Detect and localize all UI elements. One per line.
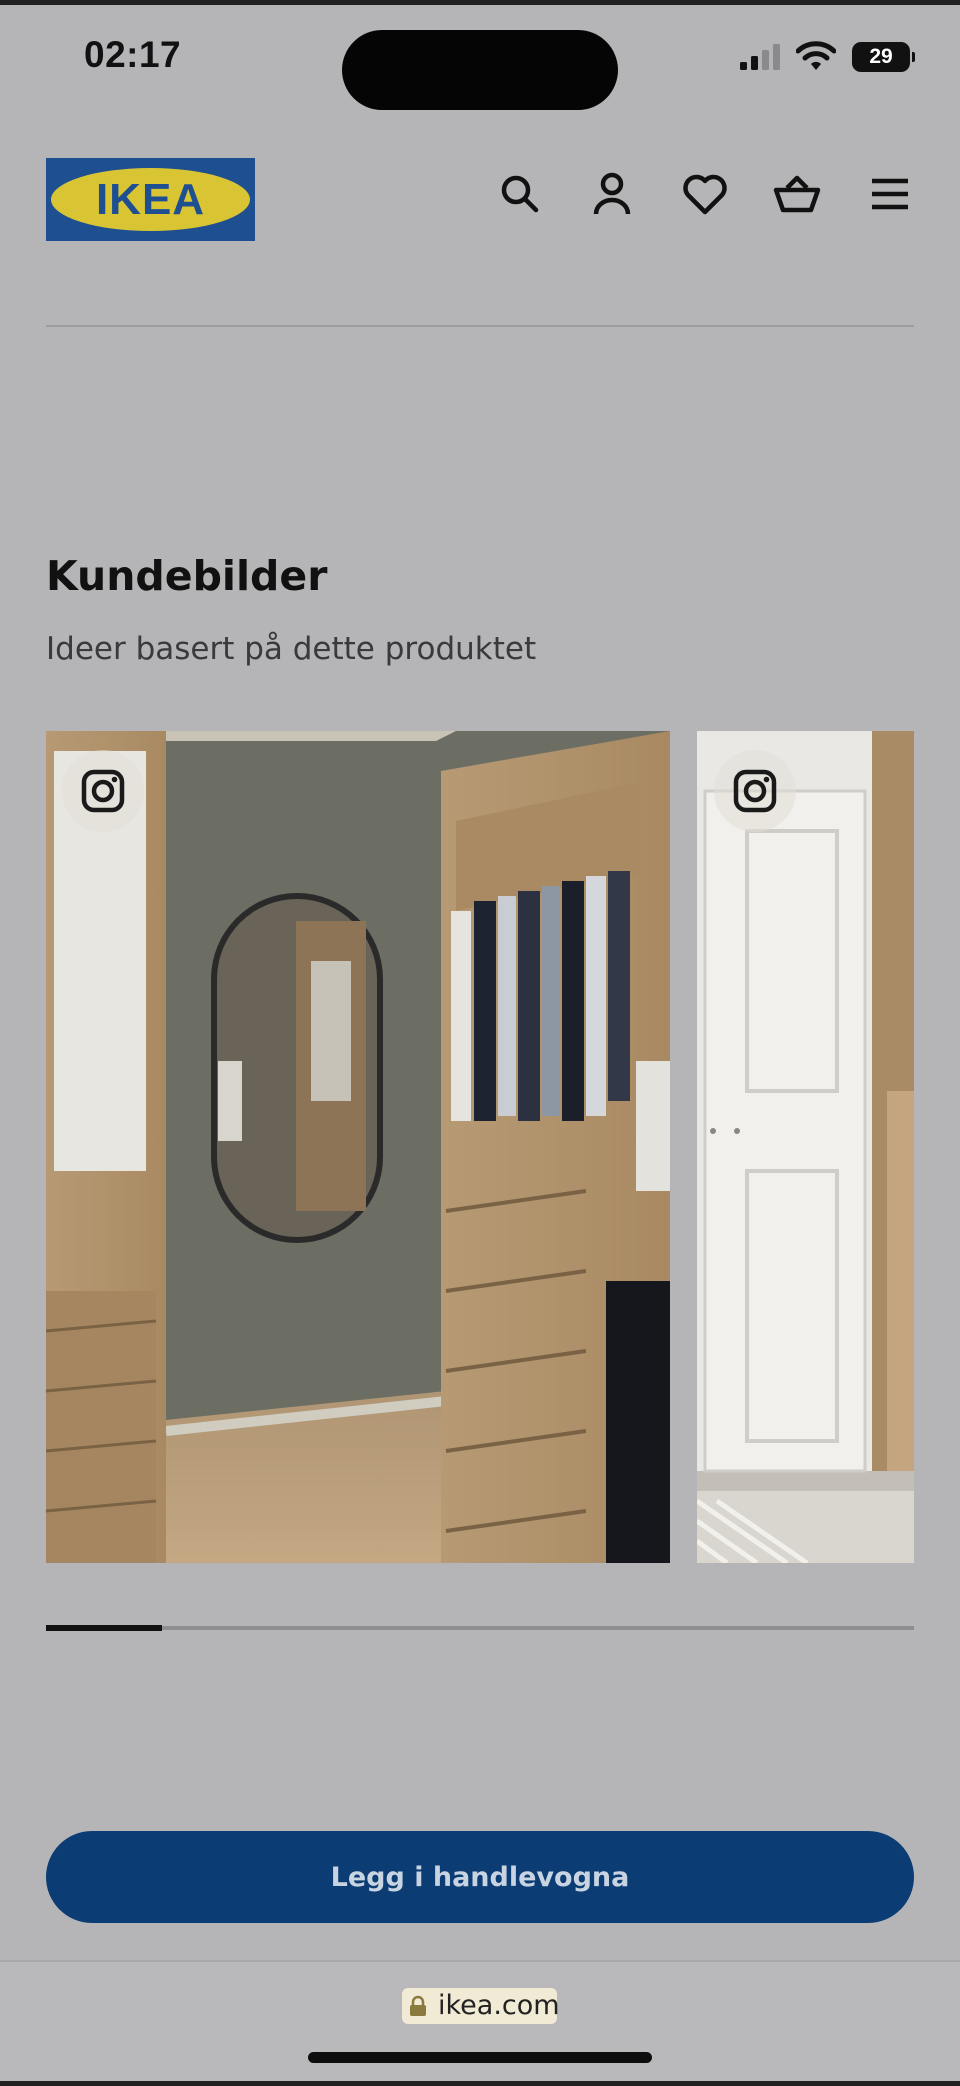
wifi-icon	[795, 40, 837, 72]
closet-photo	[46, 731, 670, 1563]
logo-text: IKEA	[95, 175, 206, 224]
dynamic-island	[342, 30, 618, 110]
wardrobe-photo	[697, 731, 914, 1563]
screen-edge-top	[0, 0, 960, 5]
url-text[interactable]: ikea.com	[438, 1988, 560, 2024]
heart-icon[interactable]	[681, 170, 729, 218]
section-title: Kundebilder	[46, 552, 328, 600]
cellular-signal-icon	[740, 44, 782, 70]
section-subtitle: Ideer basert på dette produktet	[46, 631, 537, 667]
status-time: 02:17	[84, 34, 182, 75]
home-indicator[interactable]	[308, 2052, 652, 2063]
ikea-logo[interactable]: IKEA	[46, 158, 255, 241]
instagram-icon	[62, 750, 144, 832]
lock-icon	[408, 1995, 428, 2017]
customer-photo-2[interactable]	[697, 731, 914, 1563]
header-divider	[46, 325, 914, 327]
basket-icon[interactable]	[773, 170, 821, 218]
search-icon[interactable]	[496, 170, 544, 218]
account-icon[interactable]	[588, 170, 636, 218]
gallery-scrollbar[interactable]	[46, 1626, 914, 1630]
add-to-cart-button[interactable]: Legg i handlevogna	[46, 1831, 914, 1923]
menu-icon[interactable]	[866, 170, 914, 218]
screen-edge-bottom	[0, 2081, 960, 2086]
battery-indicator: 29	[852, 42, 915, 72]
customer-photo-1[interactable]	[46, 731, 670, 1563]
instagram-icon	[714, 750, 796, 832]
gallery-scrollbar-thumb[interactable]	[46, 1625, 162, 1631]
